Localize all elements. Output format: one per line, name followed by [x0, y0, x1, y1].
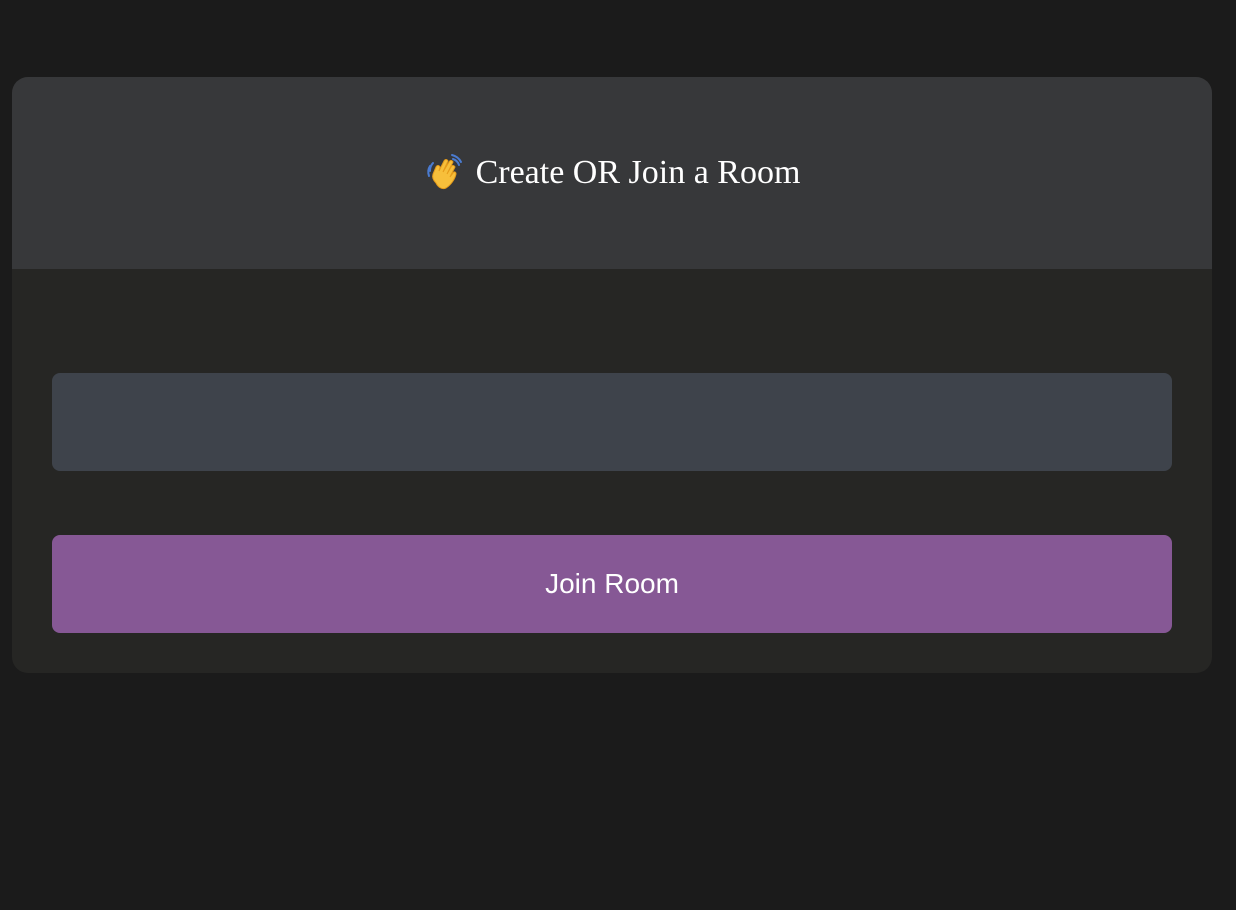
title-text: Create OR Join a Room: [475, 154, 801, 191]
join-room-button[interactable]: Join Room: [52, 535, 1172, 633]
waving-hand-icon: [424, 153, 464, 193]
room-card: Create OR Join a Room Join Room: [12, 77, 1212, 673]
card-header: Create OR Join a Room: [12, 77, 1212, 269]
page-title: Create OR Join a Room: [424, 153, 801, 193]
card-body: Join Room: [12, 269, 1212, 673]
room-id-input[interactable]: [52, 373, 1172, 471]
